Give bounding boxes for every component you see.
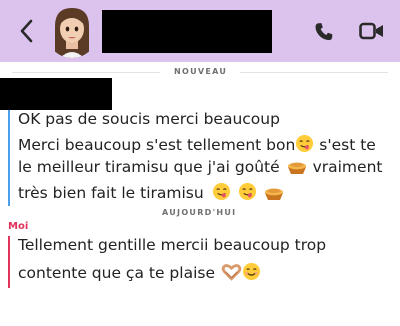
message-text: Tellement gentille mercii beaucoup trop: [18, 236, 327, 254]
chat-header: [0, 0, 400, 62]
sender-name: [0, 78, 112, 110]
message-text: le meilleur tiramisu que j'ai goûté: [18, 158, 280, 176]
chevron-left-icon: [20, 19, 33, 43]
sender-name-me: Moi: [8, 221, 29, 232]
new-messages-label: NOUVEAU: [174, 67, 228, 76]
message-text: très bien fait le tiramisu: [18, 184, 204, 202]
message-text: Merci beaucoup s'est tellement bon: [18, 136, 296, 154]
face-savoring-food-emoji: [212, 182, 230, 201]
bitmoji-avatar: [46, 4, 98, 58]
divider-line: [240, 72, 388, 73]
message-text: OK pas de soucis merci beaucoup: [18, 110, 280, 128]
sender-color-bar: [8, 236, 10, 288]
back-button[interactable]: [14, 14, 38, 48]
message-line: OK pas de soucis merci beaucoup: [18, 110, 280, 128]
divider-line: [12, 72, 160, 73]
pie-emoji: [287, 162, 306, 174]
message-line: Tellement gentille mercii beaucoup trop: [18, 236, 326, 254]
message-text: contente que ça te plaise: [18, 264, 215, 282]
message-text: vraiment: [307, 158, 383, 176]
date-separator: AUJOURD'HUI: [162, 208, 237, 217]
sender-color-bar: [8, 110, 10, 206]
smiling-face-emoji: [242, 262, 261, 281]
phone-icon: [315, 23, 333, 41]
message-line: très bien fait le tiramisu: [18, 182, 285, 202]
video-camera-icon: [359, 22, 383, 40]
contact-name[interactable]: [102, 10, 272, 53]
message-text: s'est te: [314, 136, 376, 154]
face-savoring-food-emoji: [296, 134, 314, 153]
voice-call-button[interactable]: [312, 20, 336, 44]
face-savoring-food-emoji: [238, 182, 256, 201]
message-line: contente que ça te plaise: [18, 262, 261, 282]
message-line: le meilleur tiramisu que j'ai goûté vrai…: [18, 158, 382, 176]
video-call-button[interactable]: [358, 20, 386, 42]
avatar[interactable]: [46, 4, 98, 58]
message-line: Merci beaucoup s'est tellement bon s'est…: [18, 134, 376, 154]
heart-hands-emoji: [221, 264, 242, 281]
pie-emoji: [264, 188, 283, 200]
